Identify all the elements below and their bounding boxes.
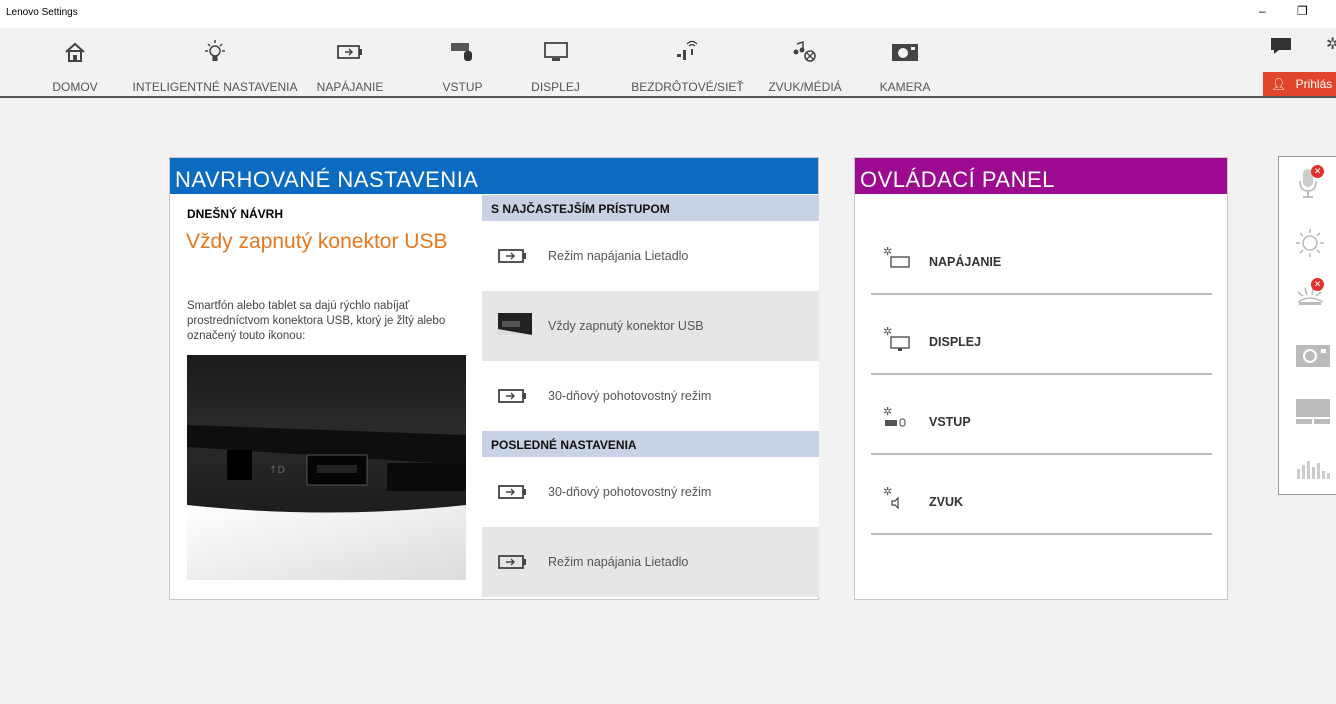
nav-item-kamera[interactable]: KAMERA — [865, 28, 945, 96]
today-suggestion-description: Smartfón alebo tablet sa dajú rýchlo nab… — [187, 300, 446, 342]
nav-label: KAMERA — [879, 80, 931, 94]
list-item-label: 30-dňový pohotovostný režim — [548, 485, 712, 499]
microphone-icon — [1295, 169, 1325, 203]
panel-title: NAVRHOVANÉ NASTAVENIA — [170, 158, 818, 194]
power-settings-icon: ✲ — [883, 245, 913, 273]
battery-icon — [498, 248, 528, 264]
brightness-icon — [1295, 229, 1329, 263]
frequent-header: S NAJČASTEJŠÍM PRÍSTUPOM — [482, 195, 819, 221]
input-settings-icon: ✲ — [883, 405, 913, 433]
control-panel-item-displej[interactable]: ✲ DISPLEJ — [871, 295, 1212, 375]
minimize-button[interactable]: – — [1259, 4, 1266, 18]
chat-icon[interactable] — [1270, 37, 1292, 55]
gear-icon[interactable]: ✲ — [1326, 34, 1336, 54]
control-panel-item-label: DISPLEJ — [929, 335, 982, 349]
control-panel-item-label: VSTUP — [929, 415, 971, 429]
battery-icon — [498, 388, 528, 404]
list-item-label: Režim napájania Lietadlo — [548, 249, 689, 263]
list-item[interactable]: Režim napájania Lietadlo — [482, 527, 819, 597]
title-bar: Lenovo Settings – ❐ — [0, 0, 1336, 28]
nav-label: BEZDRÔTOVÉ/SIEŤ — [631, 80, 744, 94]
equalizer-toggle[interactable] — [1295, 453, 1331, 485]
nav-label: VSTUP — [442, 80, 483, 94]
nav-label: DOMOV — [52, 80, 98, 94]
usb-port-icon — [498, 313, 532, 335]
nav-label: NAPÁJANIE — [316, 80, 384, 94]
svg-text:✲: ✲ — [883, 485, 892, 498]
sound-settings-icon: ✲ — [883, 485, 913, 513]
control-panel-item-zvuk[interactable]: ✲ ZVUK — [871, 455, 1212, 535]
control-panel: OVLÁDACÍ PANEL ✲ NAPÁJANIE ✲ DISPLEJ ✲ V… — [854, 157, 1228, 600]
svg-text:✲: ✲ — [883, 245, 892, 258]
today-suggestion-heading[interactable]: Vždy zapnutý konektor USB — [186, 228, 466, 256]
battery-icon — [336, 40, 364, 64]
svg-text:↑D: ↑D — [269, 465, 285, 476]
disabled-badge: ✕ — [1311, 278, 1324, 291]
nav-label: DISPLEJ — [531, 80, 580, 94]
restore-button[interactable]: ❐ — [1297, 4, 1308, 18]
recent-header: POSLEDNÉ NASTAVENIA — [482, 431, 819, 457]
user-icon: 👤︎ — [1271, 77, 1287, 91]
list-item[interactable]: Vždy zapnutý konektor USB — [482, 291, 819, 361]
camera-toggle[interactable] — [1295, 341, 1331, 373]
list-item-label: Režim napájania Lietadlo — [548, 555, 689, 569]
music-icon — [791, 40, 819, 64]
keyboard-mouse-icon — [449, 40, 477, 64]
list-item[interactable]: 30-dňový pohotovostný režim — [482, 457, 819, 527]
control-panel-item-label: NAPÁJANIE — [929, 255, 1002, 269]
keyboard-backlight-toggle[interactable]: ✕ — [1295, 278, 1331, 314]
svg-text:✲: ✲ — [883, 405, 892, 418]
svg-text:✲: ✲ — [883, 325, 892, 338]
microphone-toggle[interactable]: ✕ — [1295, 165, 1331, 199]
home-icon — [61, 40, 89, 64]
sign-in-label: Prihlás — [1295, 77, 1333, 91]
usb-port-photo: ↑D — [187, 355, 466, 580]
panel-title: OVLÁDACÍ PANEL — [855, 158, 1227, 194]
monitor-icon — [542, 40, 570, 64]
nav-item-vstup[interactable]: VSTUP — [425, 28, 500, 96]
camera-icon — [1295, 345, 1331, 373]
nav-label: INTELIGENTNÉ NASTAVENIA — [132, 80, 298, 94]
nav-label: ZVUK/MÉDIÁ — [768, 80, 842, 94]
list-item[interactable]: Režim napájania Lietadlo — [482, 221, 819, 291]
camera-icon — [891, 40, 919, 64]
sign-in-button[interactable]: 👤︎ Prihlás — [1263, 72, 1336, 96]
battery-icon — [498, 484, 528, 500]
list-item-label: 30-dňový pohotovostný režim — [548, 389, 712, 403]
disabled-badge: ✕ — [1311, 165, 1324, 178]
brightness-toggle[interactable] — [1295, 227, 1331, 259]
equalizer-icon — [1295, 461, 1331, 487]
keyboard-backlight-icon — [1295, 287, 1329, 318]
nav-item-domov[interactable]: DOMOV — [40, 28, 110, 96]
top-navigation: DOMOV INTELIGENTNÉ NASTAVENIA NAPÁJANIE … — [0, 28, 1336, 98]
lightbulb-icon — [201, 40, 229, 64]
list-item[interactable]: 30-dňový pohotovostný režim — [482, 361, 819, 431]
nav-item-displej[interactable]: DISPLEJ — [518, 28, 593, 96]
nav-item-inteligentne-nastavenia[interactable]: INTELIGENTNÉ NASTAVENIA — [130, 28, 300, 96]
control-panel-item-label: ZVUK — [929, 495, 964, 509]
suggested-settings-panel: NAVRHOVANÉ NASTAVENIA DNEŠNÝ NÁVRH Vždy … — [169, 157, 819, 600]
battery-icon — [498, 554, 528, 570]
nav-item-bezdrotove-siet[interactable]: BEZDRÔTOVÉ/SIEŤ — [615, 28, 760, 96]
list-item-label: Vždy zapnutý konektor USB — [548, 319, 704, 333]
nav-item-zvuk-media[interactable]: ZVUK/MÉDIÁ — [760, 28, 850, 96]
nav-item-napajanie[interactable]: NAPÁJANIE — [300, 28, 400, 96]
control-panel-item-vstup[interactable]: ✲ VSTUP — [871, 375, 1212, 455]
display-settings-icon: ✲ — [883, 325, 913, 353]
control-panel-item-napajanie[interactable]: ✲ NAPÁJANIE — [871, 215, 1212, 295]
touchpad-icon — [1295, 399, 1331, 431]
touchpad-toggle[interactable] — [1295, 397, 1331, 429]
app-title: Lenovo Settings — [6, 7, 78, 18]
wireless-icon — [674, 40, 702, 64]
today-suggestion-title: DNEŠNÝ NÁVRH — [187, 207, 284, 221]
quick-settings-sidebar: ✕ ✕ — [1278, 156, 1336, 495]
